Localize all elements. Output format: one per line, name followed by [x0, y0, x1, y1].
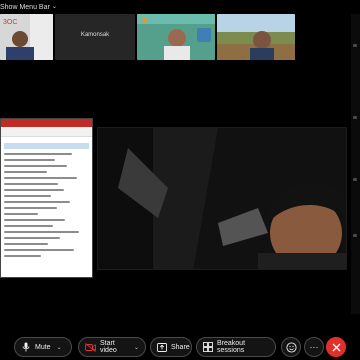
- video-off-icon: [85, 342, 96, 352]
- participant-tile-3[interactable]: [137, 14, 215, 60]
- participant-video-1: 3OC: [0, 14, 53, 60]
- active-speaker-video[interactable]: [97, 127, 347, 270]
- more-options-button[interactable]: ···: [304, 337, 324, 357]
- smiley-icon: [285, 341, 297, 353]
- breakout-sessions-button[interactable]: Breakout sessions: [196, 337, 276, 357]
- speaker-video-frame: [98, 128, 346, 269]
- participant-name: Kamonsak: [80, 32, 110, 38]
- document-content: [1, 137, 92, 265]
- document-title-bar: [1, 119, 92, 127]
- start-video-button[interactable]: Start video ⌄: [78, 337, 146, 357]
- reactions-button[interactable]: [281, 337, 301, 357]
- microphone-icon: [22, 342, 30, 352]
- participant-tile-1[interactable]: 3OC: [0, 14, 53, 60]
- meeting-toolbar: Mute ⌄ Start video ⌄ Share Breakout sess…: [0, 334, 360, 360]
- side-panel-edge[interactable]: [351, 14, 360, 314]
- breakout-grid-icon: [203, 342, 213, 352]
- leave-meeting-button[interactable]: [326, 337, 346, 357]
- breakout-sessions-label: Breakout sessions: [217, 340, 246, 354]
- panel-marker: [353, 116, 357, 119]
- show-menu-bar-toggle[interactable]: Show Menu Bar ⌄: [0, 1, 57, 13]
- close-icon: [332, 343, 340, 351]
- panel-marker: [353, 234, 357, 237]
- share-button[interactable]: Share: [150, 337, 192, 357]
- mute-button[interactable]: Mute ⌄: [14, 337, 72, 357]
- chevron-down-icon: ⌄: [56, 344, 62, 351]
- start-video-label: Start video: [100, 340, 117, 354]
- document-ribbon: [1, 127, 92, 137]
- share-screen-icon: [157, 342, 167, 352]
- share-label: Share: [171, 343, 190, 351]
- menu-bar-label: Show Menu Bar: [0, 3, 50, 11]
- chevron-down-icon: ⌄: [133, 344, 139, 351]
- participant-thumbnail-strip: 3OC Kamonsak: [0, 14, 360, 60]
- svg-text:3OC: 3OC: [3, 19, 17, 26]
- shared-document-window[interactable]: [0, 118, 93, 278]
- mute-label: Mute: [35, 343, 51, 351]
- panel-marker: [353, 44, 357, 47]
- chevron-down-icon: ⌄: [51, 3, 57, 10]
- more-options-icon: ···: [309, 342, 319, 352]
- participant-video-4: [217, 14, 295, 60]
- participant-video-3: [137, 14, 215, 60]
- participant-tile-4[interactable]: [217, 14, 295, 60]
- participant-tile-2[interactable]: Kamonsak: [55, 14, 135, 60]
- document-heading-row: [4, 143, 89, 149]
- panel-marker: [353, 178, 357, 181]
